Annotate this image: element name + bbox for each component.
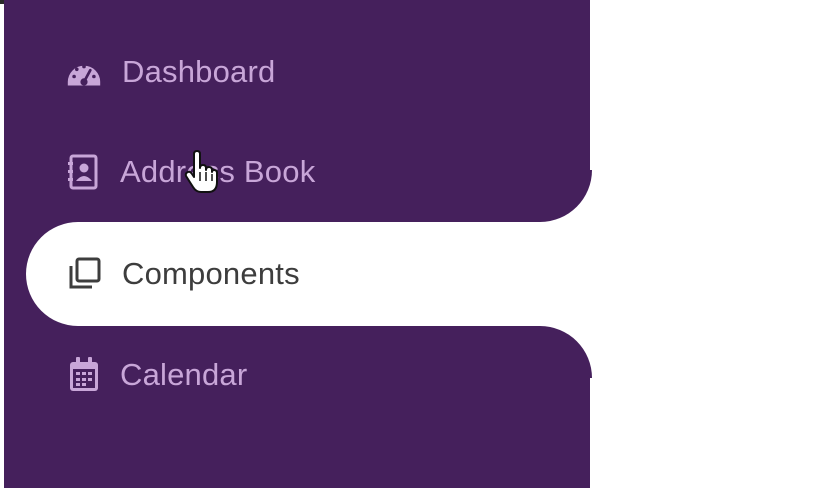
dashboard-gauge-icon xyxy=(66,54,102,90)
hand-pointer-cursor-icon xyxy=(184,150,218,194)
sidebar-item-label: Dashboard xyxy=(122,54,276,89)
active-curve-top xyxy=(540,170,592,222)
active-curve-bottom xyxy=(540,326,592,378)
content-area xyxy=(590,0,828,497)
sidebar-item-label: Components xyxy=(122,256,300,291)
contact-book-icon xyxy=(66,154,102,190)
sidebar-item-dashboard[interactable]: Dashboard xyxy=(66,42,275,102)
screen: Dashboard Address Book Components Calend… xyxy=(0,0,828,497)
sidebar-item-calendar[interactable]: Calendar xyxy=(66,345,247,405)
calendar-icon xyxy=(66,357,102,393)
sidebar-item-label: Calendar xyxy=(120,357,248,392)
layers-copy-icon xyxy=(66,256,102,292)
sidebar-item-components[interactable]: Components xyxy=(66,244,300,304)
